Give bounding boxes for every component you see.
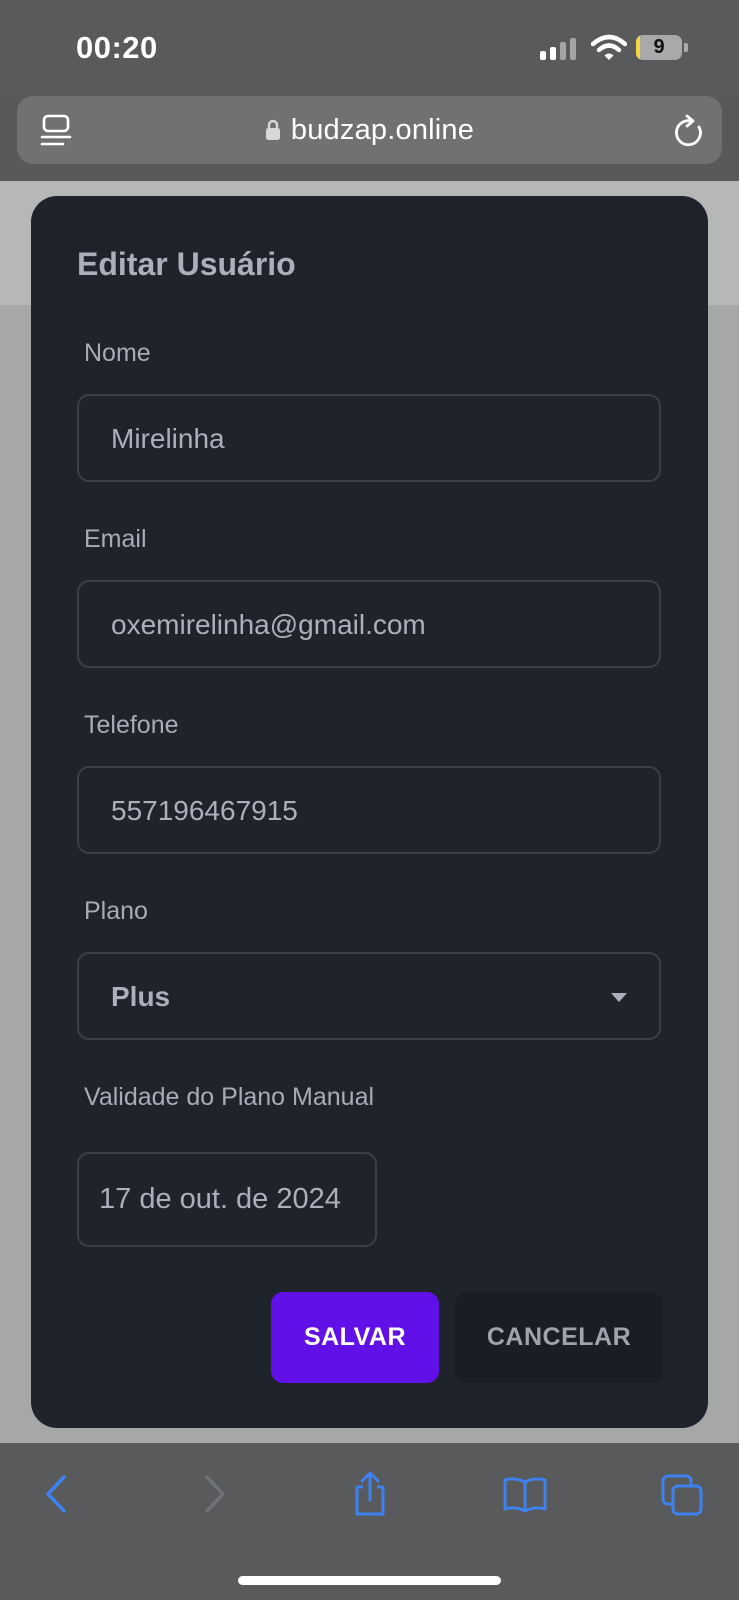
address-bar[interactable]: budzap.online: [17, 96, 722, 164]
email-input[interactable]: oxemirelinha@gmail.com: [77, 580, 661, 668]
nome-value: Mirelinha: [111, 423, 225, 454]
status-bar: 00:20 9: [0, 0, 739, 95]
home-indicator: [238, 1576, 501, 1585]
nome-input[interactable]: Mirelinha: [77, 394, 661, 482]
cellular-signal-icon: [540, 38, 580, 60]
plano-label: Plano: [84, 897, 148, 925]
url-text[interactable]: budzap.online: [291, 114, 474, 147]
status-time: 00:20: [76, 30, 158, 65]
chevron-down-icon: [611, 993, 627, 1002]
plano-select[interactable]: Plus: [77, 952, 661, 1040]
edit-user-modal: Editar Usuário Nome Mirelinha Email oxem…: [31, 196, 708, 1428]
email-value: oxemirelinha@gmail.com: [111, 609, 426, 640]
bookmarks-icon[interactable]: [503, 1471, 547, 1517]
cancel-button[interactable]: CANCELAR: [455, 1292, 663, 1383]
validade-value: 17 de out. de 2024: [99, 1183, 341, 1215]
forward-icon[interactable]: [193, 1471, 237, 1517]
share-icon[interactable]: [348, 1471, 392, 1517]
reload-icon[interactable]: [672, 113, 706, 149]
email-label: Email: [84, 525, 147, 553]
validade-date-input[interactable]: 17 de out. de 2024: [77, 1152, 377, 1247]
battery-level: 9: [653, 36, 665, 58]
nome-label: Nome: [84, 339, 151, 367]
wifi-icon: [591, 34, 627, 60]
lock-icon: [265, 119, 280, 140]
telefone-label: Telefone: [84, 711, 179, 739]
save-button[interactable]: SALVAR: [271, 1292, 439, 1383]
telefone-input[interactable]: 557196467915: [77, 766, 661, 854]
modal-title: Editar Usuário: [77, 246, 296, 282]
validade-label: Validade do Plano Manual: [84, 1083, 375, 1111]
telefone-value: 557196467915: [111, 795, 298, 826]
plano-value: Plus: [111, 981, 171, 1012]
battery-indicator: 9: [636, 35, 688, 62]
back-icon[interactable]: [34, 1471, 78, 1517]
tabs-icon[interactable]: [660, 1471, 704, 1517]
